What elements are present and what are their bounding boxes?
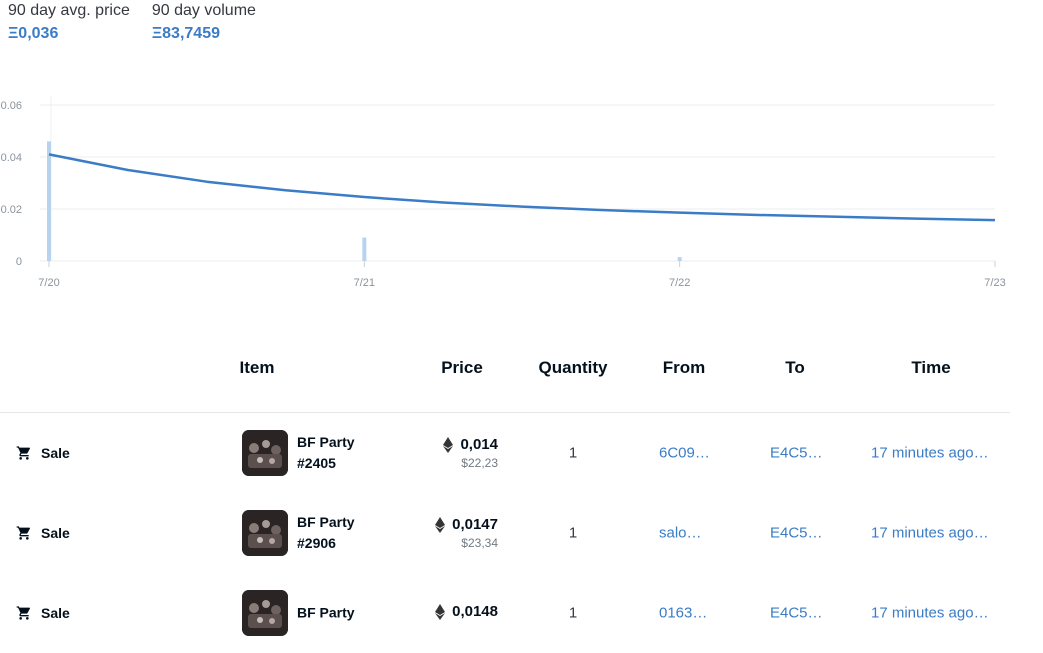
avg-price-value: Ξ0,036 [8,25,59,42]
quantity: 1 [568,604,578,622]
item-name[interactable]: BF Party [297,603,377,624]
to-address-link[interactable]: E4C5… [770,445,826,462]
item-collection[interactable]: BF Party [297,603,377,624]
stats-bar: 90 day avg. price Ξ0,036 90 day volume Ξ… [8,0,256,45]
eth-icon [435,516,446,533]
nft-thumbnail[interactable] [242,590,288,636]
header-price: Price [441,358,483,377]
header-time: Time [911,358,951,377]
volume-value: Ξ83,7459 [151,25,220,42]
eth-icon [443,436,454,453]
avg-price-stat: 90 day avg. price Ξ0,036 [8,0,130,45]
to-address-link[interactable]: E4C5… [770,525,826,542]
item-collection[interactable]: BF Party [297,512,377,533]
cart-icon [16,526,31,540]
price-line [48,153,996,222]
x-tick-label: 7/20 [38,277,59,289]
item-name[interactable]: BF Party #2906 [297,512,377,554]
price-usd: $22,23 [461,456,498,470]
table-header: Item Price Quantity From To Time [0,352,1010,413]
volume-stat: 90 day volume Ξ83,7459 [152,0,256,45]
header-to: To [785,358,805,377]
avg-price-label: 90 day avg. price [8,2,130,19]
price-cell: 0,0148 [435,603,498,623]
volume-bar [47,141,51,261]
price-eth: 0,014 [460,436,498,453]
price-history-chart[interactable]: 0.06 0.04 0.02 0 7/20 7/21 7/22 7/23 [0,90,1043,300]
price-eth: 0,0148 [452,603,498,620]
to-address-link[interactable]: E4C5… [770,605,826,622]
x-tick-label: 7/23 [984,277,1005,289]
event-label: Sale [41,605,70,621]
cart-icon [16,606,31,620]
event-type: Sale [16,445,70,461]
nft-thumbnail[interactable] [242,430,288,476]
item-token-id[interactable]: #2906 [297,533,377,554]
quantity: 1 [568,444,578,462]
y-tick-label: 0.04 [1,152,22,164]
price-eth: 0,0147 [452,516,498,533]
time-link[interactable]: 17 minutes ago… [871,605,995,622]
event-type: Sale [16,605,70,621]
item-token-id[interactable]: #2405 [297,453,377,474]
table-row[interactable]: Sale BF Party #2906 0,0147 $23,34 1 salo… [0,493,1010,573]
item-collection[interactable]: BF Party [297,432,377,453]
volume-bar [677,257,682,261]
price-usd: $23,34 [461,536,498,550]
price-cell: 0,0147 $23,34 [435,516,498,550]
y-tick-label: 0.06 [1,100,22,112]
nft-image [242,510,288,556]
nft-image [242,590,288,636]
x-tick-label: 7/22 [669,277,690,289]
quantity: 1 [568,524,578,542]
from-address-link[interactable]: 0163… [659,605,715,622]
time-link[interactable]: 17 minutes ago… [871,525,995,542]
cart-icon [16,446,31,460]
nft-thumbnail[interactable] [242,510,288,556]
nft-image [242,430,288,476]
x-tick-label: 7/21 [354,277,375,289]
price-cell: 0,014 $22,23 [443,436,498,470]
event-label: Sale [41,445,70,461]
y-tick-label: 0 [16,256,22,268]
header-item: Item [239,358,275,377]
table-row[interactable]: Sale BF Party #2405 0,014 $22,23 1 6C09…… [0,413,1010,493]
header-from: From [662,358,706,377]
from-address-link[interactable]: salo… [659,525,715,542]
eth-icon [435,603,446,620]
item-name[interactable]: BF Party #2405 [297,432,377,474]
event-type: Sale [16,525,70,541]
time-link[interactable]: 17 minutes ago… [871,445,995,462]
table-row[interactable]: Sale BF Party 0,0148 1 0163… E4C5… 17 mi… [0,573,1010,653]
event-label: Sale [41,525,70,541]
volume-label: 90 day volume [151,2,256,19]
volume-bar [362,237,367,261]
header-quantity: Quantity [538,358,608,377]
from-address-link[interactable]: 6C09… [659,445,715,462]
y-tick-label: 0.02 [1,204,22,216]
